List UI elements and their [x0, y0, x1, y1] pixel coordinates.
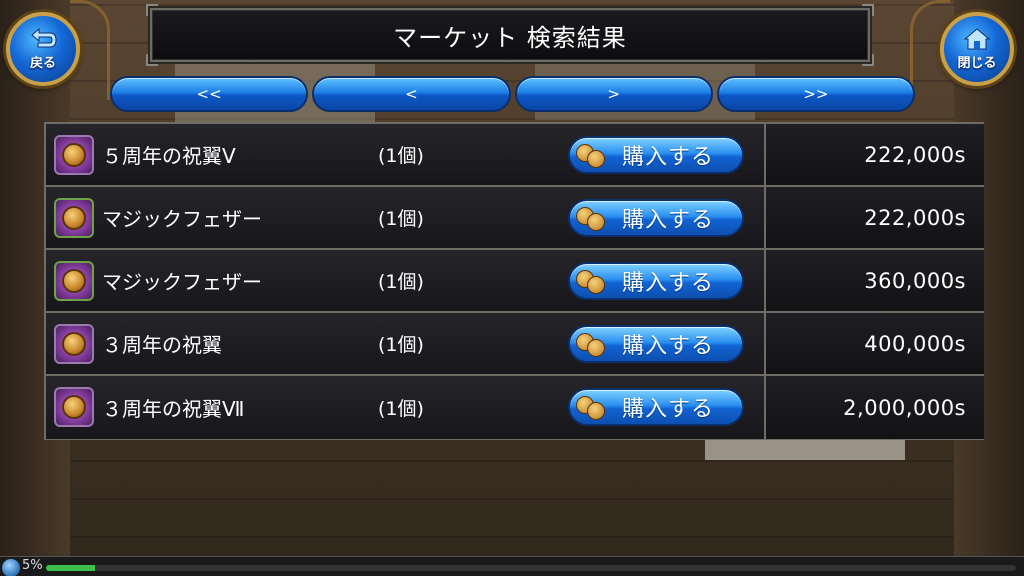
- price-cell: 360,000s: [764, 250, 984, 311]
- item-quantity: (1個): [378, 208, 424, 230]
- coins-icon: [576, 266, 606, 296]
- item-price: 400,000s: [864, 331, 966, 356]
- wing-item-icon: [54, 387, 94, 427]
- price-cell: 2,000,000s: [764, 376, 984, 439]
- item-price: 222,000s: [864, 205, 966, 230]
- price-cell: 222,000s: [764, 124, 984, 185]
- item-quantity: (1個): [378, 398, 424, 420]
- item-quantity: (1個): [378, 145, 424, 167]
- back-button[interactable]: 戻る: [6, 12, 80, 86]
- item-price: 2,000,000s: [843, 395, 966, 420]
- price-cell: 400,000s: [764, 313, 984, 374]
- buy-button-label: 購入する: [622, 208, 715, 233]
- home-icon: [963, 28, 991, 50]
- item-price: 360,000s: [864, 268, 966, 293]
- back-button-label: 戻る: [29, 56, 56, 71]
- coins-icon: [576, 140, 606, 170]
- item-name: ３周年の祝翼: [102, 333, 222, 357]
- coins-icon: [576, 203, 606, 233]
- price-cell: 222,000s: [764, 187, 984, 248]
- buy-button[interactable]: 購入する: [568, 199, 744, 237]
- coins-icon: [576, 329, 606, 359]
- close-button-label: 閉じる: [957, 56, 997, 71]
- list-item: マジックフェザー (1個) 購入する 360,000s: [46, 250, 984, 313]
- item-quantity: (1個): [378, 334, 424, 356]
- wing-item-icon: [54, 324, 94, 364]
- buy-button-label: 購入する: [622, 397, 715, 422]
- globe-icon: [2, 559, 20, 576]
- close-button[interactable]: 閉じる: [940, 12, 1014, 86]
- buy-button[interactable]: 購入する: [568, 325, 744, 363]
- buy-button[interactable]: 購入する: [568, 136, 744, 174]
- page-title: マーケット 検索結果: [393, 23, 627, 52]
- next-page-button[interactable]: >: [514, 76, 713, 112]
- title-bar: マーケット 検索結果: [146, 4, 874, 66]
- list-item: ３周年の祝翼 (1個) 購入する 400,000s: [46, 313, 984, 376]
- list-item: ３周年の祝翼Ⅶ (1個) 購入する 2,000,000s: [46, 376, 984, 439]
- pagination: << < > >>: [110, 76, 915, 114]
- item-quantity: (1個): [378, 271, 424, 293]
- list-item: ５周年の祝翼Ⅴ (1個) 購入する 222,000s: [46, 124, 984, 187]
- buy-button-label: 購入する: [622, 334, 715, 359]
- first-page-button[interactable]: <<: [110, 76, 309, 112]
- wing-item-icon: [54, 135, 94, 175]
- coins-icon: [576, 392, 606, 422]
- buy-button-label: 購入する: [622, 271, 715, 296]
- status-footer: 5%: [0, 556, 1024, 576]
- buy-button[interactable]: 購入する: [568, 388, 744, 426]
- item-name: ３周年の祝翼Ⅶ: [102, 397, 245, 421]
- return-arrow-icon: [31, 27, 57, 48]
- buy-button-label: 購入する: [622, 145, 715, 170]
- item-name: ５周年の祝翼Ⅴ: [102, 144, 236, 168]
- list-item: マジックフェザー (1個) 購入する 222,000s: [46, 187, 984, 250]
- last-page-button[interactable]: >>: [716, 76, 915, 112]
- buy-button[interactable]: 購入する: [568, 262, 744, 300]
- feather-item-icon: [54, 261, 94, 301]
- progress-bar: [46, 565, 1016, 571]
- progress-percent: 5%: [22, 558, 43, 573]
- feather-item-icon: [54, 198, 94, 238]
- item-name: マジックフェザー: [102, 207, 262, 231]
- item-price: 222,000s: [864, 142, 966, 167]
- item-name: マジックフェザー: [102, 270, 262, 294]
- market-results-list: ５周年の祝翼Ⅴ (1個) 購入する 222,000s マジックフェザー (1個)…: [44, 122, 984, 440]
- progress-bar-fill: [46, 565, 95, 571]
- prev-page-button[interactable]: <: [312, 76, 511, 112]
